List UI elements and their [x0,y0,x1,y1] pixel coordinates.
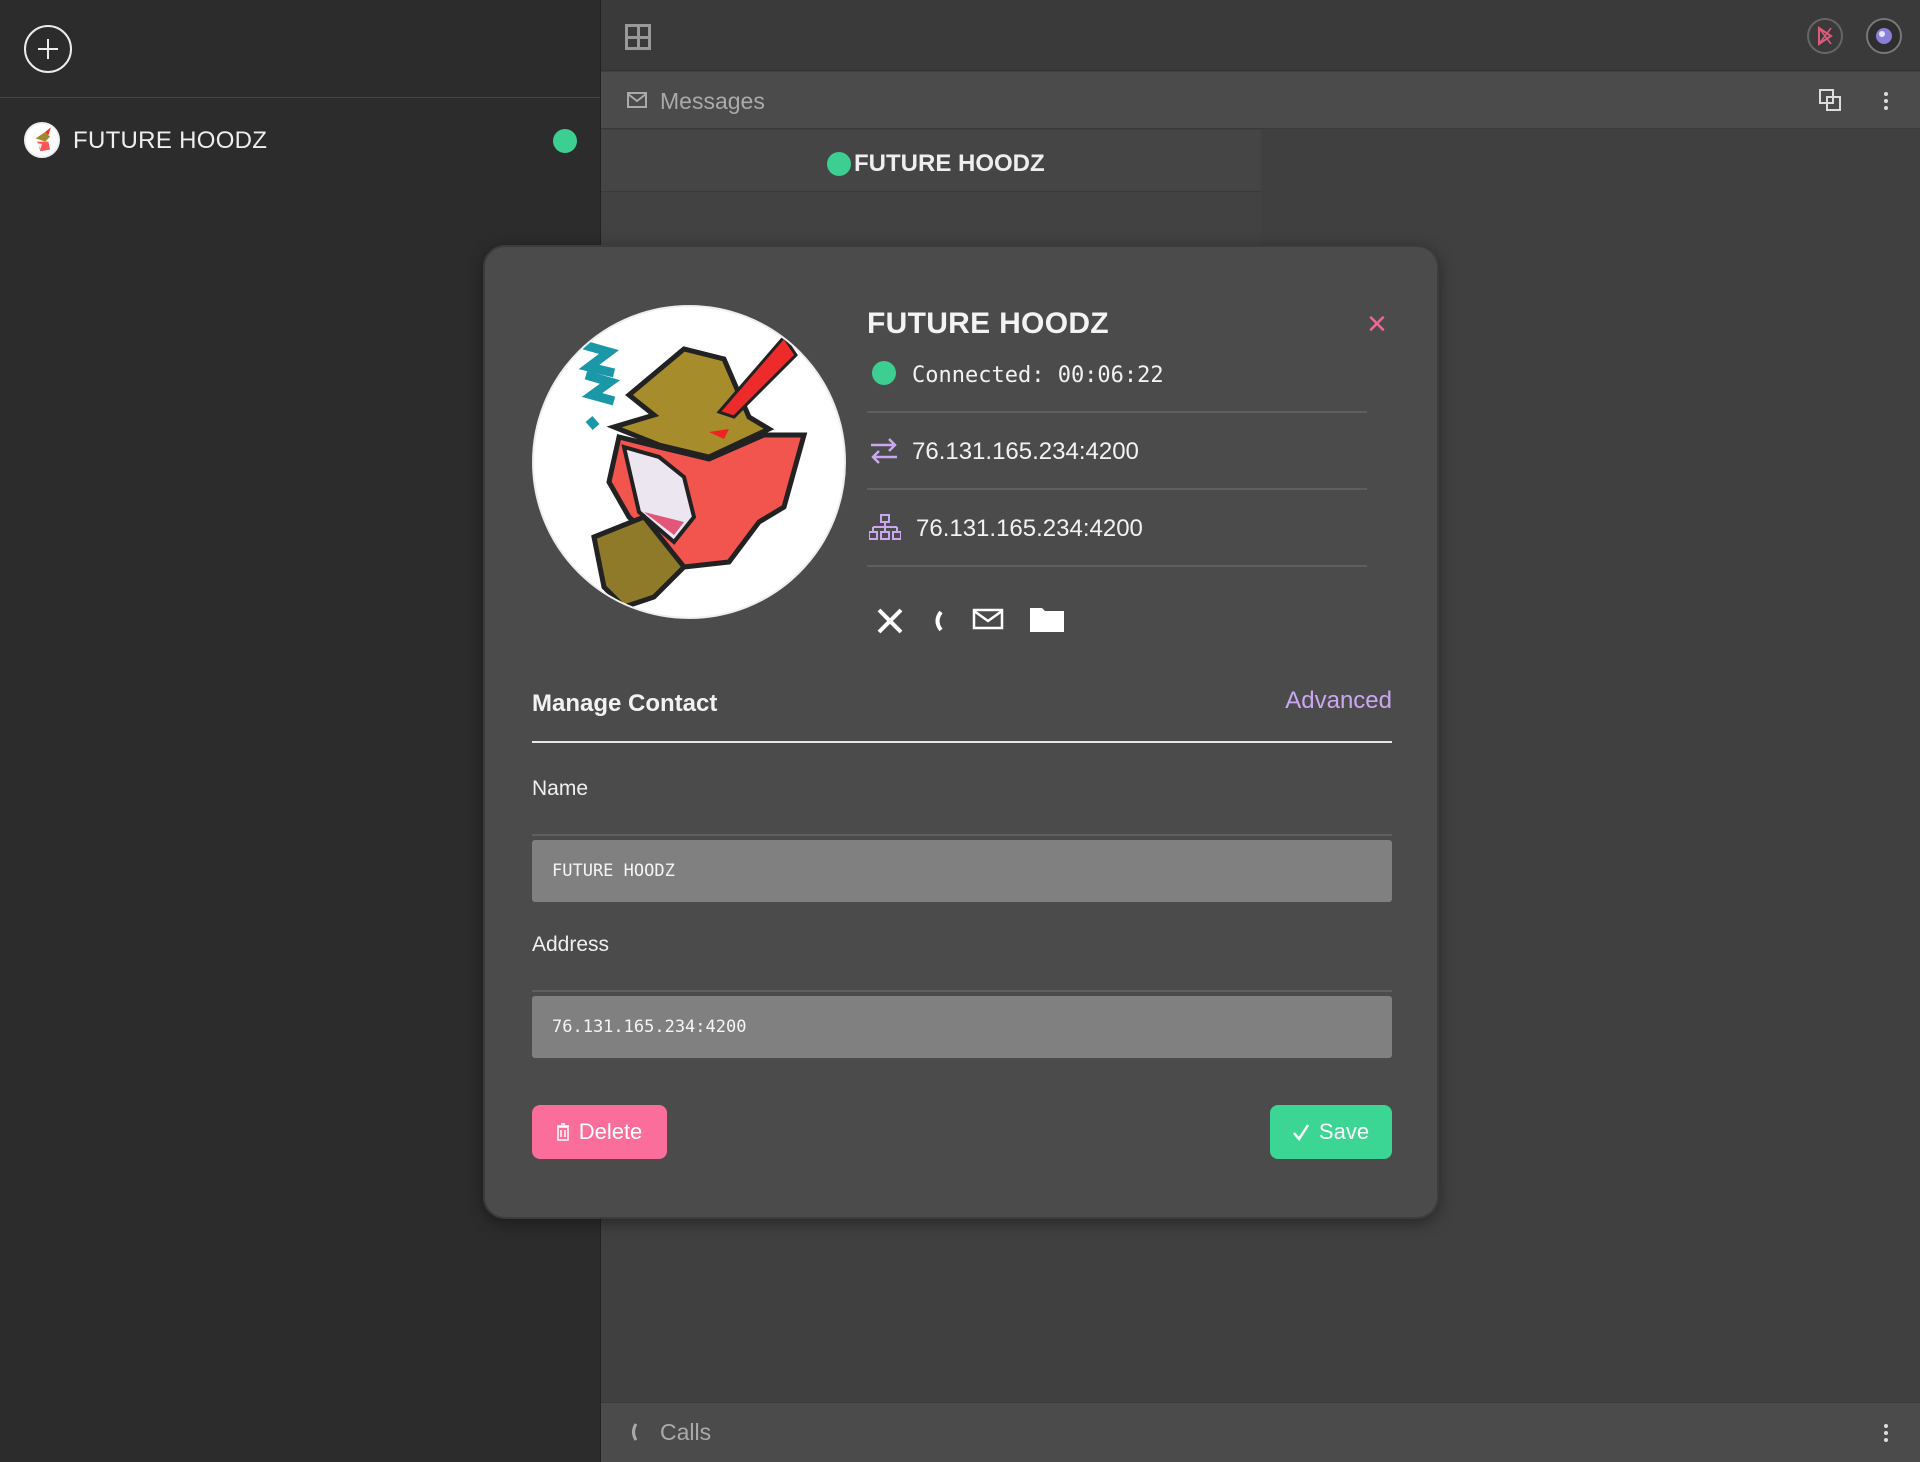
chat-header: FUTURE HOODZ [601,130,1261,192]
delete-label: Delete [578,1119,643,1144]
add-contact-button[interactable] [24,25,72,73]
more-options-icon[interactable] [1883,90,1889,112]
contact-name: FUTURE HOODZ [73,127,268,154]
contact-avatar-large [532,305,846,619]
envelope-icon [627,92,647,108]
profile-avatar-icon[interactable] [1866,18,1902,54]
modal-title: FUTURE HOODZ [867,307,1109,340]
chat-title: FUTURE HOODZ [854,150,1045,177]
more-options-icon[interactable] [1883,1422,1889,1444]
envelope-icon[interactable] [972,602,1004,636]
address-label: Address [532,923,1392,992]
app-logo-icon[interactable] [1807,18,1843,54]
phone-icon [632,1423,638,1441]
online-status-indicator [872,361,896,385]
address-field[interactable] [532,996,1392,1058]
name-label: Name [532,767,1392,836]
contact-actions [875,602,1175,642]
disconnect-icon[interactable] [875,602,905,636]
messages-label: Messages [660,88,765,114]
contact-list-item[interactable]: FUTURE HOODZ [0,100,601,180]
public-address: 76.131.165.234:4200 [912,438,1139,465]
name-field[interactable] [532,840,1392,902]
messages-panel-header[interactable]: Messages [601,72,1920,129]
save-button[interactable]: Save [1270,1105,1392,1159]
top-bar [601,0,1920,71]
connection-status-row: Connected: 00:06:22 [867,357,1367,413]
close-icon[interactable]: × [1367,307,1387,341]
contact-avatar [24,122,60,158]
phone-icon[interactable] [931,602,945,636]
network-icon [869,514,901,540]
local-address-row: 76.131.165.234:4200 [867,492,1367,567]
manage-contact-title: Manage Contact [532,690,718,717]
calls-label: Calls [660,1419,712,1445]
online-status-indicator [553,129,577,153]
local-address: 76.131.165.234:4200 [916,515,1143,542]
grid-icon[interactable] [625,24,651,50]
contact-modal: FUTURE HOODZ × Connected: 00:06:22 76.13… [483,245,1439,1219]
save-label: Save [1318,1119,1370,1144]
trash-icon [556,1123,569,1141]
sidebar-header [0,0,600,98]
public-address-row: 76.131.165.234:4200 [867,415,1367,490]
manage-contact-header: Manage Contact Advanced [532,687,1392,743]
delete-button[interactable]: Delete [532,1105,667,1159]
online-status-indicator [827,152,851,176]
checkmark-icon [1292,1124,1309,1141]
popout-icon[interactable] [1819,89,1841,111]
connection-status-text: Connected: 00:06:22 [912,363,1164,388]
transfer-arrows-icon [871,438,897,464]
calls-panel-header[interactable]: Calls [601,1402,1920,1462]
folder-icon[interactable] [1029,602,1065,636]
advanced-link[interactable]: Advanced [1285,687,1392,715]
